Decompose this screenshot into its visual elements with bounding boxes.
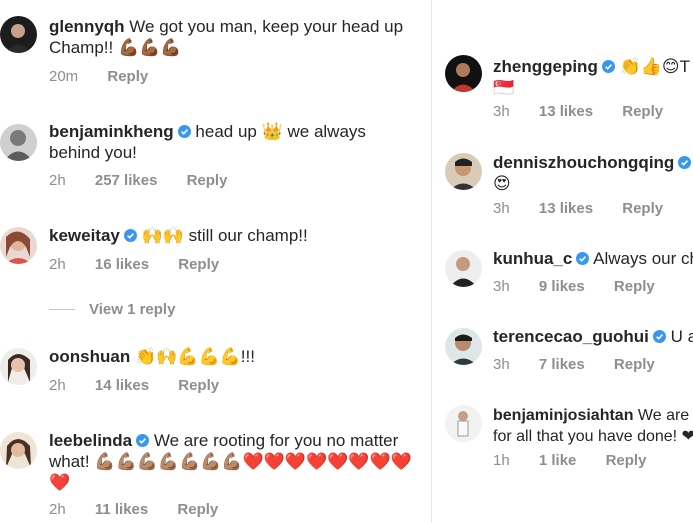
comment-text-block: glennyqh We got you man, keep your head … xyxy=(49,16,429,58)
comment-item: glennyqh We got you man, keep your head … xyxy=(0,0,430,95)
verified-badge-icon xyxy=(678,156,692,169)
comment-time[interactable]: 3h xyxy=(493,200,510,217)
reply-button[interactable]: Reply xyxy=(107,68,148,85)
comment-time[interactable]: 3h xyxy=(493,356,510,373)
reply-button[interactable]: Reply xyxy=(606,452,647,469)
comment-text-block: benjaminkheng head up 👑 we always behind… xyxy=(49,121,409,163)
comment-meta: 2h 11 likes Reply xyxy=(49,501,243,518)
reply-button[interactable]: Reply xyxy=(622,200,663,217)
reply-button[interactable]: Reply xyxy=(177,501,218,518)
comment-meta: 3h 13 likes Reply xyxy=(493,103,688,120)
avatar[interactable] xyxy=(0,124,37,161)
likes-count[interactable]: 11 likes xyxy=(95,501,148,518)
comment-username[interactable]: leebelinda xyxy=(49,431,132,450)
comment-username[interactable]: glennyqh xyxy=(49,17,125,36)
avatar[interactable] xyxy=(445,328,482,365)
comment-username[interactable]: kunhua_c xyxy=(493,249,572,268)
likes-count[interactable]: 9 likes xyxy=(539,278,585,295)
comment-body-line2: 😍 xyxy=(493,174,511,193)
avatar[interactable] xyxy=(0,432,37,469)
reply-button[interactable]: Reply xyxy=(187,172,228,189)
comment-username[interactable]: terencecao_guohui xyxy=(493,327,649,346)
verified-badge-icon xyxy=(601,60,615,73)
avatar[interactable] xyxy=(445,250,482,287)
comment-username[interactable]: keweitay xyxy=(49,226,120,245)
comment-body: 👏👍😊T xyxy=(619,57,691,76)
comment-meta: 2h 14 likes Reply xyxy=(49,377,244,394)
comment-text-block: oonshuan 👏🙌💪💪💪!!! xyxy=(49,346,409,367)
comment-body: Always our ch xyxy=(593,249,693,268)
comment-text-block: denniszhouchongqing W 😍 xyxy=(493,152,693,194)
comment-time[interactable]: 3h xyxy=(493,103,510,120)
verified-badge-icon xyxy=(652,330,666,343)
comment-username[interactable]: benjaminjosiahtan xyxy=(493,407,633,424)
comment-body-line2: 🇸🇬 xyxy=(493,78,515,97)
comments-panel-right: zhenggeping 👏👍😊T 🇸🇬 3h 13 likes Reply de… xyxy=(431,0,693,523)
likes-count[interactable]: 13 likes xyxy=(539,103,593,120)
comment-meta: 3h 9 likes Reply xyxy=(493,278,680,295)
comments-panel-left: glennyqh We got you man, keep your head … xyxy=(0,0,430,523)
likes-count[interactable]: 13 likes xyxy=(539,200,593,217)
verified-badge-icon xyxy=(576,252,590,265)
view-replies-label: View 1 reply xyxy=(89,301,176,318)
verified-badge-icon xyxy=(136,434,150,447)
likes-count[interactable]: 257 likes xyxy=(95,172,158,189)
avatar[interactable] xyxy=(445,153,482,190)
divider-line xyxy=(49,309,75,310)
verified-badge-icon xyxy=(177,125,191,138)
comment-time[interactable]: 2h xyxy=(49,172,66,189)
comment-meta: 2h 16 likes Reply xyxy=(49,256,244,273)
comment-time[interactable]: 2h xyxy=(49,501,66,518)
avatar[interactable] xyxy=(445,55,482,92)
comment-body: U ar xyxy=(670,327,693,346)
comment-text-block: leebelinda We are rooting for you no mat… xyxy=(49,430,424,493)
comment-time[interactable]: 1h xyxy=(493,452,510,469)
comment-body: We are xyxy=(637,407,690,424)
comment-time[interactable]: 3h xyxy=(493,278,510,295)
reply-button[interactable]: Reply xyxy=(614,356,655,373)
reply-button[interactable]: Reply xyxy=(614,278,655,295)
comment-meta: 1h 1 like Reply xyxy=(493,452,671,469)
reply-button[interactable]: Reply xyxy=(622,103,663,120)
comment-username[interactable]: benjaminkheng xyxy=(49,122,174,141)
avatar[interactable] xyxy=(445,405,482,442)
likes-count[interactable]: 14 likes xyxy=(95,377,149,394)
comment-text-block: terencecao_guohui U ar xyxy=(493,326,693,347)
avatar[interactable] xyxy=(0,227,37,264)
comment-body: 🙌🙌 still our champ!! xyxy=(141,226,308,245)
comment-text-block: keweitay 🙌🙌 still our champ!! xyxy=(49,225,409,246)
comment-body: 👏🙌💪💪💪!!! xyxy=(134,347,255,366)
comment-body-line2: for all that you have done! ❤ xyxy=(493,428,693,445)
comment-username[interactable]: denniszhouchongqing xyxy=(493,153,674,172)
comment-username[interactable]: oonshuan xyxy=(49,347,130,366)
comment-meta: 3h 7 likes Reply xyxy=(493,356,680,373)
comment-text-block: zhenggeping 👏👍😊T 🇸🇬 xyxy=(493,56,693,98)
view-replies-button[interactable]: View 1 reply xyxy=(49,301,175,318)
likes-count[interactable]: 16 likes xyxy=(95,256,149,273)
comment-text-block: benjaminjosiahtan We are for all that yo… xyxy=(493,405,693,447)
comment-time[interactable]: 2h xyxy=(49,256,66,273)
comment-username[interactable]: zhenggeping xyxy=(493,57,598,76)
verified-badge-icon xyxy=(123,229,137,242)
comment-meta: 3h 13 likes Reply xyxy=(493,200,688,217)
likes-count[interactable]: 7 likes xyxy=(539,356,585,373)
likes-count[interactable]: 1 like xyxy=(539,452,577,469)
comment-meta: 20m Reply xyxy=(49,68,173,85)
reply-button[interactable]: Reply xyxy=(178,377,219,394)
comment-text-block: kunhua_c Always our ch xyxy=(493,248,693,269)
comment-meta: 2h 257 likes Reply xyxy=(49,172,252,189)
avatar[interactable] xyxy=(0,348,37,385)
comment-time[interactable]: 20m xyxy=(49,68,78,85)
avatar[interactable] xyxy=(0,16,37,53)
reply-button[interactable]: Reply xyxy=(178,256,219,273)
comment-time[interactable]: 2h xyxy=(49,377,66,394)
